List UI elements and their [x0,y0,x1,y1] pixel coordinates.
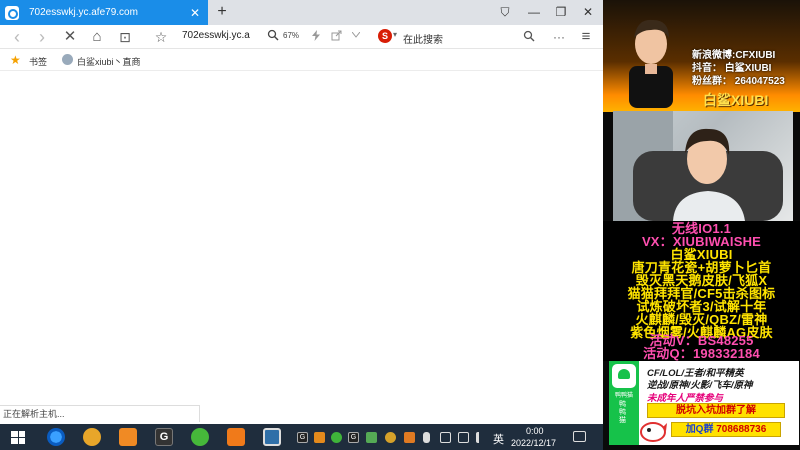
back-button[interactable]: ‹ [8,28,26,46]
green-app-icon[interactable] [191,428,209,446]
tray-g-icon[interactable]: G [297,432,308,443]
bookmark-favicon-icon [62,54,73,65]
display-icon[interactable] [440,432,451,443]
hamburger-menu-icon[interactable]: ≡ [577,28,595,46]
ad-games-line-2: 逆战/原神/火影/飞车/原神 [647,380,753,391]
network-icon[interactable] [458,432,469,443]
taskbar: G G G 英 0:00 2022/12/17 [0,424,603,450]
dropdown-chevron-icon[interactable] [351,30,361,41]
tray-g2-icon[interactable]: G [348,432,359,443]
microphone-icon[interactable] [423,432,430,443]
tab-close-icon[interactable]: ✕ [188,6,202,20]
bookmarks-star-icon: ★ [10,53,21,67]
windows-start-icon[interactable] [11,431,25,444]
clock-date[interactable]: 2022/12/17 [511,438,556,448]
pin-window-icon[interactable]: ⛉ [495,3,515,21]
fan-group-text: 粉丝群： 264047523 [692,76,785,87]
close-window-button[interactable]: ✕ [578,3,598,21]
home-button[interactable]: ⌂ [88,28,106,46]
more-menu-icon[interactable]: ··· [550,28,568,46]
clock-time[interactable]: 0:00 [526,426,544,436]
promo-text-block: 无线IO1.1 VX：XIUBIWAISHE 白鲨XIUBI 唐刀青花瓷+胡萝卜… [603,221,800,361]
address-bar[interactable]: 702esswkj.yc.a [182,30,252,41]
owl-app-icon[interactable] [83,428,101,446]
reader-mode-icon[interactable]: ⊡ [116,28,134,46]
promo-line: 活动Q：198332184 [643,346,760,361]
streamer-banner: 新浪微博:CFXIUBI 抖音： 白鲨XIUBI 粉丝群： 264047523 … [603,0,800,112]
ad-vertical-text: 鸭鸭猫 [619,401,626,424]
search-engine-icon[interactable]: S [378,29,392,43]
streamer-photo-icon [629,19,673,108]
browser-app-icon[interactable] [47,428,65,446]
status-bar: 正在解析主机... [0,405,200,422]
streamer-name: 白鲨XIUBI [703,92,769,108]
zoom-level: 67% [283,31,300,40]
volume-icon[interactable] [476,432,487,443]
forward-button[interactable]: › [33,28,51,46]
tray-green-icon[interactable] [331,432,342,443]
tray-gamepad-icon[interactable] [366,432,377,443]
notification-icon[interactable] [573,431,586,442]
monitor-app-icon[interactable] [263,428,281,446]
stop-loading-button[interactable]: ✕ [61,28,79,46]
browser-tab[interactable]: 702esswkj.yc.afe79.com ✕ [0,0,208,25]
tray-owl-icon[interactable] [385,432,396,443]
ad-qq-group: 加Q群 708688736 [671,422,781,437]
site-favicon-icon [5,5,19,20]
search-input[interactable]: 在此搜索 [403,31,443,46]
advertisement-card: 鸭鸭猫 鸭鸭猫 CF/LOL/王者/和平精英 逆战/原神/火影/飞车/原神 未成… [609,361,799,445]
navigation-bar: ‹ › ✕ ⌂ ⊡ ☆ 702esswkj.yc.a 67% S ▾ 在此搜索 [0,25,603,49]
tab-bar: 702esswkj.yc.afe79.com ✕ + ⛉ — ❐ ✕ [0,0,603,25]
share-icon[interactable] [331,30,342,44]
tray-app-icon[interactable] [404,432,415,443]
lightning-icon[interactable] [312,30,320,44]
zoom-magnifier-icon[interactable] [267,29,281,45]
bookmark-item[interactable]: 白鲨xiubi丶直商 [77,55,141,68]
minimize-button[interactable]: — [524,3,544,21]
ad-brand-name: 鸭鸭猫 [614,393,633,399]
ad-warning-line: 未成年人严禁参与 [647,393,724,404]
search-icon[interactable] [520,28,538,46]
new-tab-button[interactable]: + [213,2,231,22]
orange-app-icon[interactable] [227,428,245,446]
fish-mascot-icon [640,422,667,442]
screen: 702esswkj.yc.afe79.com ✕ + ⛉ — ❐ ✕ ‹ › ✕… [0,0,800,450]
bookmarks-label[interactable]: 书签 [29,55,47,68]
ad-qq-label: 加Q群 [685,424,714,435]
folder-app-icon[interactable] [119,428,137,446]
webcam-feed [613,111,793,221]
ad-sidebar: 鸭鸭猫 鸭鸭猫 [609,361,639,445]
browser-window: 702esswkj.yc.afe79.com ✕ + ⛉ — ❐ ✕ ‹ › ✕… [0,0,603,424]
tray-orange-icon[interactable] [314,432,325,443]
favorite-star-icon[interactable]: ☆ [152,28,170,46]
bookmarks-bar: ★ 书签 白鲨xiubi丶直商 [0,49,603,71]
ad-qq-number: 708688736 [716,424,767,435]
ad-join-group-button: 脱坑入坑加群了解 [647,403,785,418]
tab-title: 702esswkj.yc.afe79.com [29,7,138,18]
game-g-app-icon[interactable]: G [155,428,173,446]
input-method-indicator[interactable]: 英 [493,431,504,447]
stream-overlay: 新浪微博:CFXIUBI 抖音： 白鲨XIUBI 粉丝群： 264047523 … [603,0,800,450]
restore-button[interactable]: ❐ [551,3,571,21]
ad-brand-logo-icon [612,364,636,388]
search-engine-dropdown-icon[interactable]: ▾ [393,30,397,39]
webcam-person-icon [613,111,783,221]
